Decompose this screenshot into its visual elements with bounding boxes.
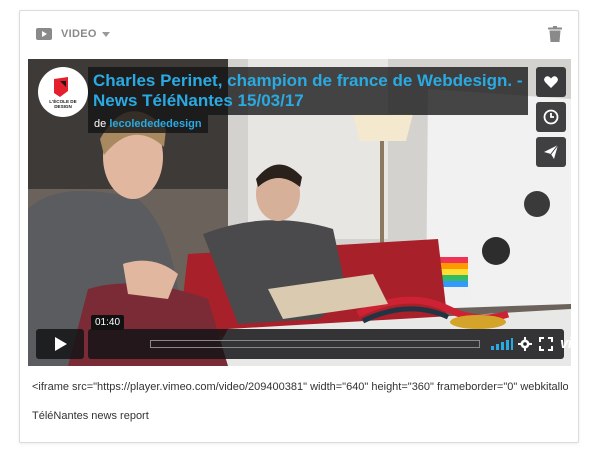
play-icon [55,337,67,351]
current-time: 01:40 [91,315,125,330]
fullscreen-icon[interactable] [539,337,553,351]
volume-bars-icon[interactable] [491,338,513,350]
video-title-box[interactable]: Charles Perinet, champion de france de W… [88,67,528,115]
byline-author-link[interactable]: lecoledededesign [109,118,201,130]
vimeo-logo[interactable]: vimeo [560,335,571,352]
block-type-label[interactable]: VIDEO [61,28,97,40]
video-byline: de lecoledededesign [88,115,208,133]
clock-icon [543,109,559,125]
video-play-icon [36,28,52,40]
player-controls: vimeo 01:40 [36,315,571,359]
control-bar: vimeo [88,329,571,359]
chevron-down-icon[interactable] [102,32,110,37]
svg-text:DESIGN: DESIGN [54,104,72,109]
svg-text:L'ÉCOLE DE: L'ÉCOLE DE [49,97,76,104]
heart-icon [544,76,558,88]
video-caption[interactable]: TéléNantes news report [32,409,149,423]
progress-bar[interactable] [150,340,480,348]
share-button[interactable] [536,137,566,167]
embed-code-text[interactable]: <iframe src="https://player.vimeo.com/vi… [32,380,568,394]
video-title[interactable]: Charles Perinet, champion de france de W… [93,71,523,111]
video-player[interactable]: L'ÉCOLE DE DESIGN Charles Perinet, champ… [28,59,571,366]
like-button[interactable] [536,67,566,97]
settings-gear-icon[interactable] [518,337,532,351]
send-icon [544,144,559,159]
block-header: VIDEO [20,11,578,57]
byline-prefix: de [94,118,107,130]
logo-mark-icon: L'ÉCOLE DE DESIGN [49,77,77,109]
lecole-de-design-logo: L'ÉCOLE DE DESIGN [38,67,88,117]
play-button[interactable] [36,329,84,359]
video-block-card: VIDEO L'ÉCOLE DE DESIGN Charles Perinet,… [19,10,579,443]
trash-icon[interactable] [548,26,562,42]
watch-later-button[interactable] [536,102,566,132]
